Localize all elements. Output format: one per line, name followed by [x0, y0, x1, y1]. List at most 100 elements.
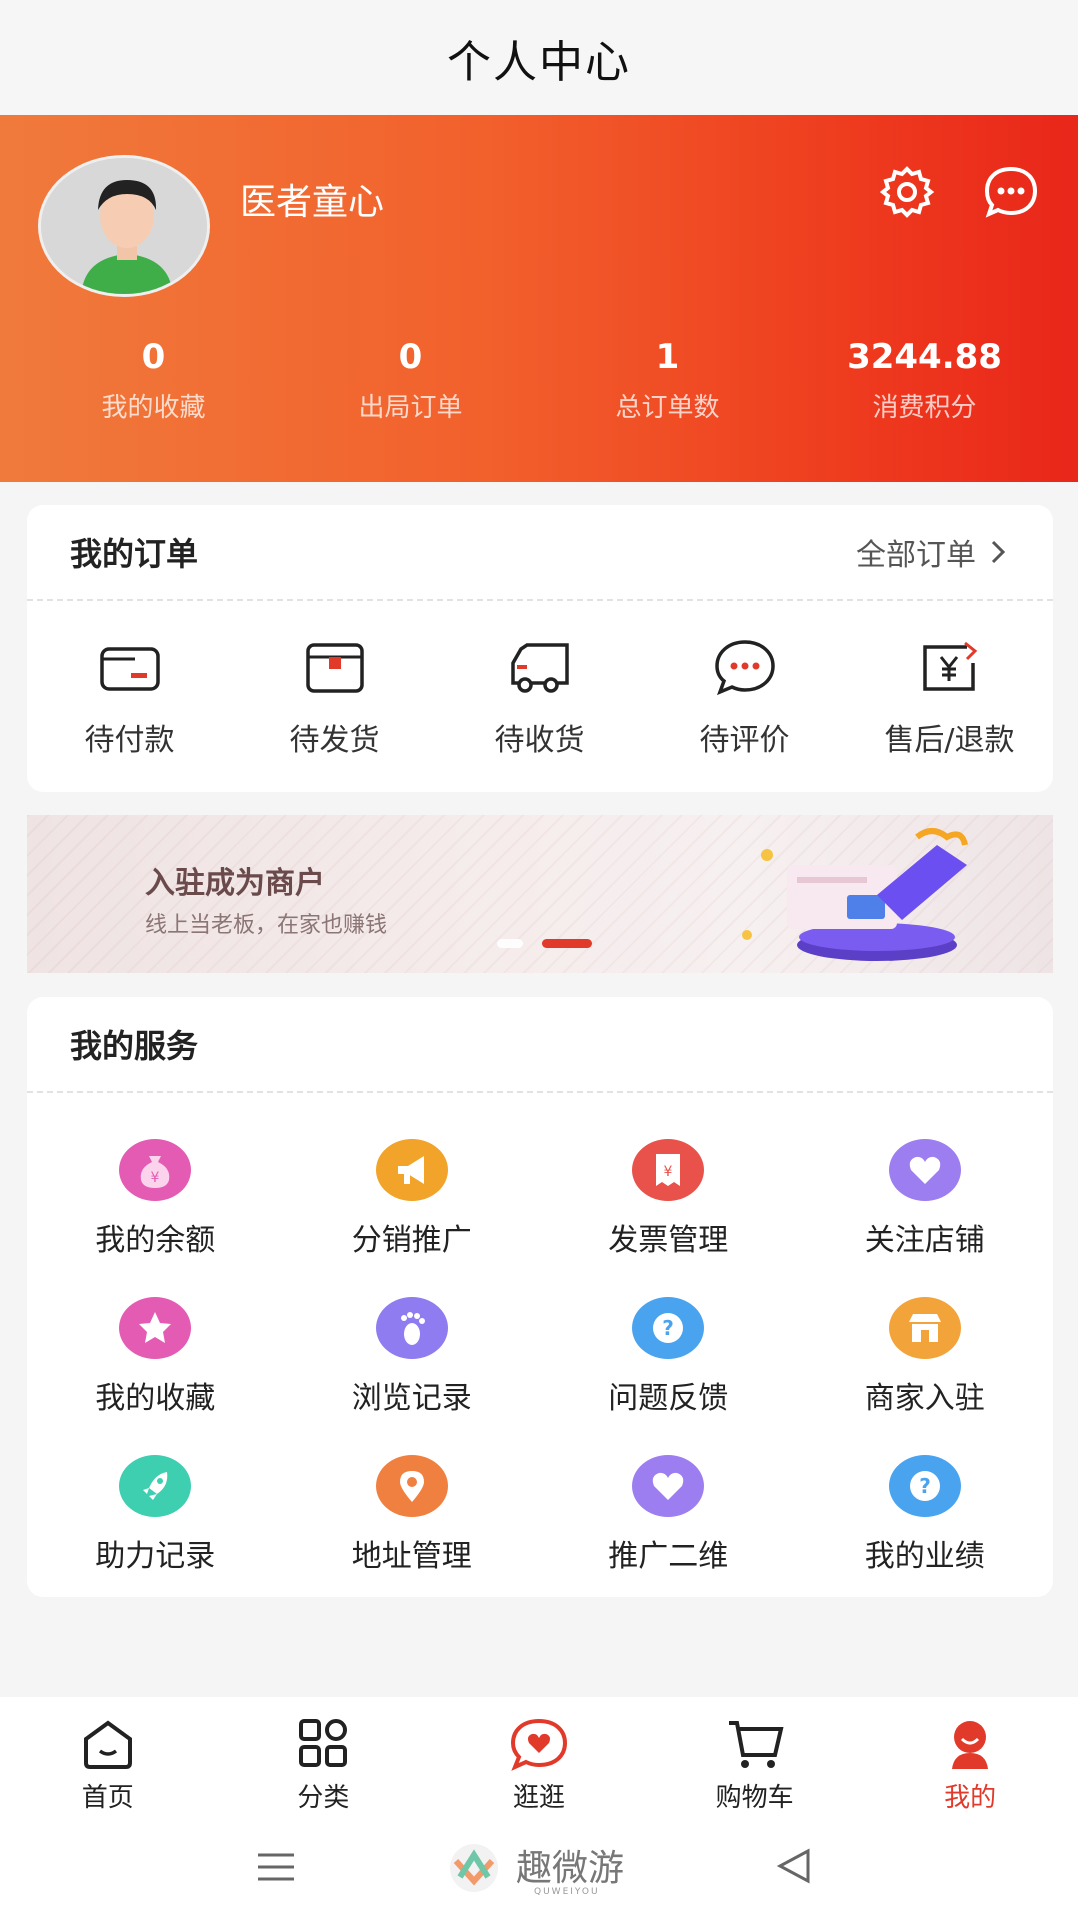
orders-title: 我的订单	[70, 535, 199, 573]
services-card: 我的服务 ¥ 我的余额 分销推广 ¥ 发票管理 关注店铺 我的收藏 浏览记录 ?…	[27, 997, 1053, 1597]
stat-value: 0	[398, 337, 423, 377]
question-icon: ?	[888, 1455, 961, 1517]
service-address[interactable]: 地址管理	[284, 1455, 541, 1613]
stat-label: 出局订单	[358, 393, 463, 423]
service-label: 推广二维	[608, 1539, 729, 1574]
stat-label: 消费积分	[872, 393, 977, 423]
service-label: 我的余额	[95, 1223, 216, 1258]
cart-icon	[728, 1721, 784, 1768]
all-orders-link[interactable]: 全部订单	[856, 530, 1008, 574]
tab-browse[interactable]: 逛逛	[431, 1697, 647, 1817]
truck-icon	[510, 643, 569, 693]
service-promo-qr[interactable]: 推广二维	[540, 1455, 797, 1613]
stat-value: 3244.88	[847, 337, 1002, 377]
home-icon	[83, 1720, 132, 1769]
services-card-header: 我的服务	[27, 997, 1053, 1093]
svg-text:¥: ¥	[664, 1164, 673, 1180]
system-nav-bar: 趣微游 QUWEIYOU	[0, 1817, 1078, 1918]
star-icon	[119, 1297, 192, 1359]
order-pending-receipt[interactable]: 待收货	[437, 637, 642, 759]
service-label: 地址管理	[351, 1539, 472, 1574]
order-status-row: 待付款 待发货 待收货 待评价 售后/退款	[27, 601, 1053, 759]
box-icon	[305, 643, 364, 693]
service-assist-records[interactable]: 助力记录	[27, 1455, 284, 1613]
service-history[interactable]: 浏览记录	[284, 1297, 541, 1455]
stat-label: 总订单数	[615, 393, 720, 423]
chat-icon	[714, 640, 775, 696]
order-pending-shipment[interactable]: 待发货	[232, 637, 437, 759]
message-icon[interactable]	[982, 163, 1040, 221]
footprint-icon	[375, 1297, 448, 1359]
service-invoice[interactable]: ¥ 发票管理	[540, 1139, 797, 1297]
tab-label: 逛逛	[512, 1783, 565, 1813]
menu-icon[interactable]	[256, 1851, 296, 1883]
grid-icon	[299, 1719, 348, 1767]
stat-total-orders[interactable]: 1 总订单数	[539, 337, 796, 424]
service-label: 我的收藏	[95, 1381, 216, 1416]
back-icon[interactable]	[776, 1847, 812, 1885]
tab-label: 购物车	[715, 1783, 794, 1813]
carousel-dot[interactable]	[497, 939, 523, 948]
services-title: 我的服务	[70, 1027, 199, 1065]
gift-box-illustration	[742, 828, 968, 961]
service-performance[interactable]: ? 我的业绩	[797, 1455, 1054, 1613]
heart-icon	[632, 1455, 705, 1517]
username[interactable]: 医者童心	[240, 173, 384, 225]
service-distribution[interactable]: 分销推广	[284, 1139, 541, 1297]
order-pending-review[interactable]: 待评价	[642, 637, 847, 759]
carousel-dot-active[interactable]	[542, 939, 592, 948]
question-icon: ?	[632, 1297, 705, 1359]
services-grid: ¥ 我的余额 分销推广 ¥ 发票管理 关注店铺 我的收藏 浏览记录 ? 问题反馈…	[27, 1093, 1053, 1613]
tab-category[interactable]: 分类	[216, 1697, 432, 1817]
service-label: 发票管理	[608, 1223, 729, 1258]
heart-chat-icon	[510, 1718, 567, 1771]
tab-label: 我的	[944, 1783, 997, 1813]
tab-mine[interactable]: 我的	[862, 1697, 1078, 1817]
svg-text:?: ?	[662, 1316, 674, 1340]
service-balance[interactable]: ¥ 我的余额	[27, 1139, 284, 1297]
service-label: 商家入驻	[864, 1381, 985, 1416]
service-followed-stores[interactable]: 关注店铺	[797, 1139, 1054, 1297]
store-icon	[888, 1297, 961, 1359]
service-label: 我的业绩	[864, 1539, 985, 1574]
stat-label: 我的收藏	[101, 393, 206, 423]
service-label: 浏览记录	[351, 1381, 472, 1416]
invoice-icon: ¥	[632, 1139, 705, 1201]
banner-subtitle: 线上当老板，在家也赚钱	[145, 913, 388, 938]
order-item-label: 待发货	[289, 723, 380, 758]
banner-title: 入驻成为商户	[145, 866, 325, 901]
service-favorites[interactable]: 我的收藏	[27, 1297, 284, 1455]
service-label: 问题反馈	[608, 1381, 729, 1416]
avatar-image	[41, 158, 207, 294]
rocket-icon	[119, 1455, 192, 1517]
heart-icon	[888, 1139, 961, 1201]
page-title: 个人中心	[447, 36, 631, 88]
service-merchant-join[interactable]: 商家入驻	[797, 1297, 1054, 1455]
profile-header: 医者童心 0 我的收藏 0 出局订单 1 总订单数 3244.88 消费积分	[0, 115, 1078, 482]
settings-icon[interactable]	[878, 163, 936, 221]
stat-value: 0	[141, 337, 166, 377]
watermark-logo-icon	[450, 1844, 498, 1892]
stat-points[interactable]: 3244.88 消费积分	[796, 337, 1053, 424]
svg-text:¥: ¥	[151, 1170, 160, 1186]
service-feedback[interactable]: ? 问题反馈	[540, 1297, 797, 1455]
bottom-tab-bar: 首页 分类 逛逛 购物车 我的	[0, 1697, 1078, 1817]
megaphone-icon	[375, 1139, 448, 1201]
svg-text:?: ?	[919, 1474, 931, 1498]
merchant-banner[interactable]: 入驻成为商户 线上当老板，在家也赚钱	[27, 815, 1053, 973]
tab-home[interactable]: 首页	[0, 1697, 216, 1817]
stat-favorites[interactable]: 0 我的收藏	[25, 337, 282, 424]
tab-cart[interactable]: 购物车	[647, 1697, 863, 1817]
stat-value: 1	[655, 337, 680, 377]
tab-label: 首页	[81, 1783, 134, 1813]
money-bag-icon: ¥	[119, 1139, 192, 1201]
order-after-sales[interactable]: 售后/退款	[847, 637, 1052, 759]
all-orders-label: 全部订单	[856, 538, 976, 573]
stat-out-orders[interactable]: 0 出局订单	[282, 337, 539, 424]
stats-row: 0 我的收藏 0 出局订单 1 总订单数 3244.88 消费积分	[0, 337, 1078, 424]
service-label: 分销推广	[351, 1223, 472, 1258]
tab-label: 分类	[297, 1783, 350, 1813]
service-label: 关注店铺	[864, 1223, 985, 1258]
avatar[interactable]	[38, 155, 210, 297]
order-pending-payment[interactable]: 待付款	[27, 637, 232, 759]
